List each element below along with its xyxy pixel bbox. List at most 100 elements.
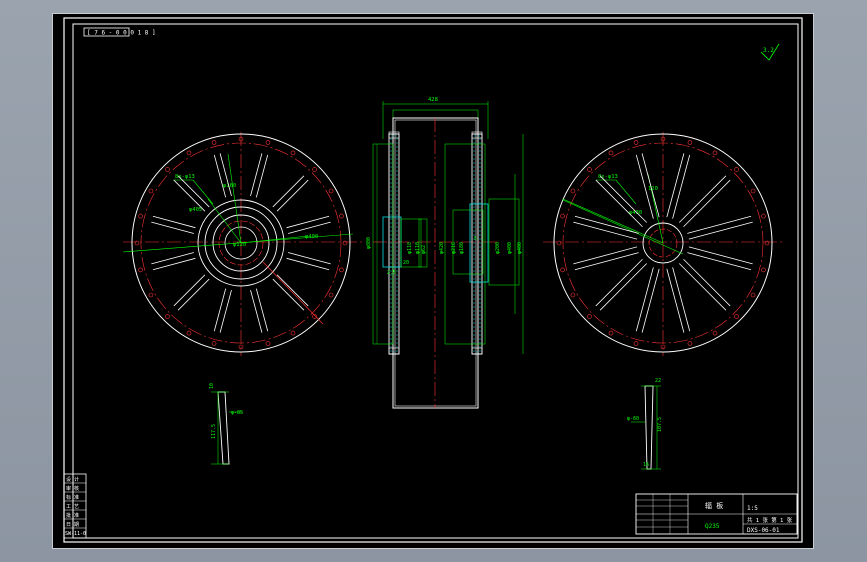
left-dim-d: φ400 — [305, 234, 318, 240]
spoke-edge — [276, 274, 309, 307]
bolt-hole — [560, 213, 565, 219]
spoke-edge — [599, 263, 648, 311]
bolt-hole — [312, 167, 317, 172]
bolt-hole — [328, 292, 334, 298]
left-detail-label: 10 — [209, 383, 215, 389]
spoke-edge — [288, 221, 331, 234]
left-detail-label: 117.5 — [211, 424, 217, 439]
spoke-edge — [219, 290, 232, 333]
bolt-hole — [186, 330, 192, 336]
spoke-edge — [683, 179, 731, 228]
bolt-hole — [165, 167, 170, 172]
spoke-edge — [173, 274, 206, 307]
bolt-hole — [148, 188, 154, 194]
bolt-hole — [186, 150, 192, 156]
revision-row: 批 准 — [66, 512, 79, 519]
bolt-hole — [265, 140, 271, 145]
left-revision-block: 设 计 审 核 标 准 工 艺 批 准 日 期 SW-11-0 — [63, 473, 87, 539]
spoke-edge — [276, 179, 309, 212]
bolt-hole — [761, 213, 766, 219]
view-code-label: [ 7 6 - 0 0 0 1 8 ] — [87, 30, 156, 37]
bolt-hole — [587, 167, 592, 172]
spoke-edge — [678, 175, 727, 223]
bolt-hole — [342, 240, 348, 246]
bolt-hole — [608, 150, 614, 156]
spoke-edge — [255, 288, 269, 332]
drawing-viewport[interactable]: [ 7 6 - 0 0 0 1 8 ] 3.2 8x-φ13 φ405 φ160… — [52, 13, 814, 549]
bolt-hole — [734, 314, 739, 319]
bolt-hole — [761, 267, 766, 273]
section-right-label: φ400 — [517, 242, 523, 254]
revision-row: 设 计 — [66, 476, 79, 483]
bolt-hole — [165, 314, 170, 319]
spoke-edge — [219, 153, 232, 196]
right-detail-label: 22 — [655, 378, 661, 384]
bolt-hole — [211, 140, 217, 145]
bolt-hole — [712, 330, 718, 336]
spoke-edge — [213, 154, 227, 198]
bolt-hole — [633, 341, 639, 346]
spoke-edge — [599, 175, 648, 223]
part-name: 辐 板 — [705, 501, 723, 510]
left-wheel-view[interactable]: 8x-φ13 φ405 φ160 φ120 φ400 — [122, 132, 363, 356]
bolt-hole — [134, 240, 140, 246]
bolt-hole — [587, 314, 592, 319]
spoke-edge — [250, 153, 263, 196]
bolt-hole — [764, 240, 770, 246]
right-detail-label: 16 — [643, 462, 649, 468]
roughness-symbol: 3.2 — [760, 43, 780, 61]
cad-drawing-canvas: [ 7 6 - 0 0 0 1 8 ] 3.2 8x-φ13 φ405 φ160… — [63, 17, 803, 543]
revision-row: 日 期 — [66, 522, 79, 528]
bolt-hole — [211, 341, 217, 346]
bolt-hole — [556, 240, 562, 246]
drawing-number: DXS-06-01 — [747, 527, 780, 534]
section-right-label: φ420 — [439, 242, 445, 254]
spoke-edge — [272, 278, 305, 311]
bolt-hole — [608, 330, 614, 336]
bolt-hole — [138, 213, 143, 219]
spoke-edge — [286, 215, 330, 229]
part-material: Q235 — [705, 523, 720, 530]
section-left-label: 20 — [403, 260, 409, 266]
bolt-hole — [750, 292, 756, 298]
bolt-hole — [734, 167, 739, 172]
section-right-label: φ200 — [495, 242, 501, 254]
view-code-box: [ 7 6 - 0 0 0 1 8 ] — [83, 27, 156, 37]
spoke-edge — [151, 252, 194, 265]
bolt-hole — [633, 140, 639, 145]
section-view[interactable]: 428 φ800 φ118 φ110 φ62 20 2.5 φ420 φ216 … — [366, 97, 524, 409]
bolt-hole — [148, 292, 154, 298]
bolt-hole — [138, 267, 143, 273]
spoke-edge — [255, 154, 269, 198]
bolt-hole — [290, 150, 296, 156]
bolt-hole — [339, 213, 344, 219]
bolt-hole — [570, 292, 576, 298]
right-detail-label: φ-60 — [627, 416, 639, 422]
section-left-label: φ800 — [366, 237, 372, 249]
section-right-label: φ400 — [507, 242, 513, 254]
spoke-edge — [272, 175, 305, 208]
left-spoke-detail[interactable]: 10 φ-85 117.5 — [209, 383, 243, 465]
right-wheel-view[interactable]: 8x-φ13 φ430 120 — [543, 132, 783, 356]
roughness-value: 3.2 — [763, 47, 774, 54]
bolt-hole — [687, 140, 693, 145]
section-right-label: 5 — [474, 236, 477, 242]
spoke-edge — [288, 252, 331, 265]
spoke-edge — [177, 278, 210, 311]
right-spoke-detail[interactable]: 22 φ-60 107.5 16 — [627, 378, 663, 470]
sheet-info: 共 1 张 第 1 张 — [747, 516, 793, 524]
drawing-scale: 1:5 — [747, 505, 758, 512]
section-left-label: φ62 — [421, 245, 427, 254]
section-overall-width: 428 — [428, 97, 438, 103]
title-block[interactable]: 辐 板 Q235 共 1 张 第 1 张 DXS-06-01 1:5 — [635, 493, 798, 535]
left-detail-label: φ-85 — [231, 410, 243, 416]
section-right-label: φ216 — [451, 242, 457, 254]
section-left-label: 2.5 — [387, 270, 396, 276]
section-right-label: φ180 — [459, 242, 465, 254]
revision-row: 审 核 — [66, 485, 79, 492]
spoke-edge — [683, 258, 731, 307]
left-dim-c: φ120 — [233, 242, 246, 248]
bolt-hole — [339, 267, 344, 273]
bolt-hole — [750, 188, 756, 194]
bolt-hole — [570, 188, 576, 194]
